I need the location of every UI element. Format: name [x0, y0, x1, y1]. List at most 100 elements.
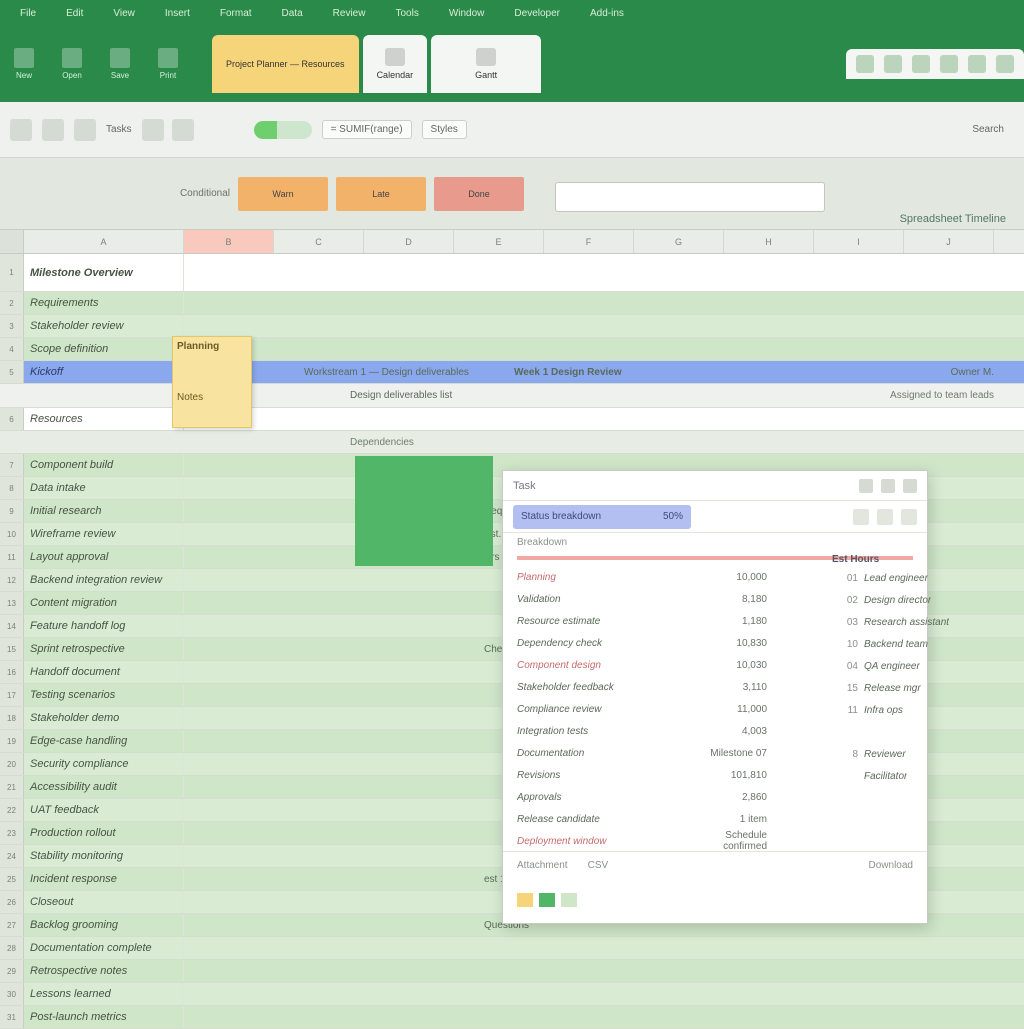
- swatch[interactable]: [517, 893, 533, 907]
- qa-save[interactable]: Save: [96, 48, 144, 80]
- row-header[interactable]: 13: [0, 592, 24, 614]
- row-header[interactable]: 20: [0, 753, 24, 775]
- row-header[interactable]: 23: [0, 822, 24, 844]
- row-header[interactable]: 31: [0, 1006, 24, 1028]
- cell[interactable]: Component build: [24, 454, 184, 476]
- sticky-note[interactable]: Planning Notes: [172, 336, 252, 428]
- popup-row[interactable]: Approvals2,860: [517, 786, 913, 808]
- row-header[interactable]: 10: [0, 523, 24, 545]
- user-icon[interactable]: [996, 55, 1014, 73]
- minimize-icon[interactable]: [881, 479, 895, 493]
- popup-row[interactable]: Release candidate1 item: [517, 808, 913, 830]
- qa-new[interactable]: New: [0, 48, 48, 80]
- copy-icon[interactable]: [74, 119, 96, 141]
- col-A[interactable]: A: [24, 230, 184, 253]
- styles-chip[interactable]: Styles: [422, 120, 467, 139]
- col-G[interactable]: G: [634, 230, 724, 253]
- popup-row[interactable]: Deployment windowSchedule confirmed: [517, 830, 913, 852]
- row-header[interactable]: 17: [0, 684, 24, 706]
- row-header[interactable]: 29: [0, 960, 24, 982]
- filter-icon[interactable]: [877, 509, 893, 525]
- worksheet[interactable]: 1 Milestone Overview 2Requirements 3Stak…: [0, 254, 1024, 1029]
- row-header[interactable]: 19: [0, 730, 24, 752]
- cell[interactable]: Sprint retrospective: [24, 638, 184, 660]
- cell[interactable]: Stability monitoring: [24, 845, 184, 867]
- col-C[interactable]: C: [274, 230, 364, 253]
- row-header[interactable]: 14: [0, 615, 24, 637]
- style-warn[interactable]: Warn: [238, 177, 328, 211]
- cell-A1[interactable]: Milestone Overview: [24, 254, 184, 291]
- row-header[interactable]: 18: [0, 707, 24, 729]
- swatch[interactable]: [539, 893, 555, 907]
- cell[interactable]: Post-launch metrics: [24, 1006, 184, 1028]
- row-header[interactable]: 5: [0, 361, 24, 383]
- cell[interactable]: Incident response: [24, 868, 184, 890]
- row-header[interactable]: 15: [0, 638, 24, 660]
- row-header[interactable]: 8: [0, 477, 24, 499]
- row-header[interactable]: 9: [0, 500, 24, 522]
- cell[interactable]: Data intake: [24, 477, 184, 499]
- row-header[interactable]: 30: [0, 983, 24, 1005]
- more-icon[interactable]: [901, 509, 917, 525]
- row-header[interactable]: 2: [0, 292, 24, 314]
- cell[interactable]: Testing scenarios: [24, 684, 184, 706]
- history-icon[interactable]: [912, 55, 930, 73]
- tab-calendar[interactable]: Calendar: [363, 35, 428, 93]
- cell[interactable]: Kickoff: [24, 361, 184, 383]
- qa-print[interactable]: Print: [144, 48, 192, 80]
- menu-addins[interactable]: Add-ins: [590, 8, 624, 19]
- menu-edit[interactable]: Edit: [66, 8, 83, 19]
- menu-data[interactable]: Data: [282, 8, 303, 19]
- popup-foot-attach[interactable]: Attachment: [517, 860, 568, 871]
- cell[interactable]: Accessibility audit: [24, 776, 184, 798]
- pin-icon[interactable]: [859, 479, 873, 493]
- row-header[interactable]: 28: [0, 937, 24, 959]
- col-B[interactable]: B: [184, 230, 274, 253]
- menu-review[interactable]: Review: [333, 8, 366, 19]
- col-E[interactable]: E: [454, 230, 544, 253]
- row-header[interactable]: 27: [0, 914, 24, 936]
- row-header[interactable]: 22: [0, 799, 24, 821]
- menu-tools[interactable]: Tools: [395, 8, 418, 19]
- popup-foot-csv[interactable]: CSV: [588, 860, 609, 871]
- row-header[interactable]: 11: [0, 546, 24, 568]
- row-header[interactable]: 4: [0, 338, 24, 360]
- cell[interactable]: Scope definition: [24, 338, 184, 360]
- cell[interactable]: Edge-case handling: [24, 730, 184, 752]
- select-all-corner[interactable]: [0, 230, 24, 253]
- cell[interactable]: Requirements: [24, 292, 184, 314]
- row-header[interactable]: 25: [0, 868, 24, 890]
- style-late[interactable]: Late: [336, 177, 426, 211]
- tab-project[interactable]: Project Planner — Resources: [212, 35, 359, 93]
- comment-icon[interactable]: [940, 55, 958, 73]
- cell[interactable]: Initial research: [24, 500, 184, 522]
- paste-icon[interactable]: [10, 119, 32, 141]
- cell[interactable]: Security compliance: [24, 753, 184, 775]
- cell[interactable]: Handoff document: [24, 661, 184, 683]
- close-icon[interactable]: [903, 479, 917, 493]
- popup-segment[interactable]: Status breakdown50%: [513, 505, 691, 529]
- toggle-autocalc[interactable]: [254, 121, 312, 139]
- row-header[interactable]: 3: [0, 315, 24, 337]
- sort-icon[interactable]: [853, 509, 869, 525]
- popup-foot-dl[interactable]: Download: [869, 860, 913, 871]
- row-header[interactable]: 7: [0, 454, 24, 476]
- cell[interactable]: Layout approval: [24, 546, 184, 568]
- qa-open[interactable]: Open: [48, 48, 96, 80]
- cell[interactable]: Backend integration review: [24, 569, 184, 591]
- row-header[interactable]: 24: [0, 845, 24, 867]
- sync-icon[interactable]: [884, 55, 902, 73]
- undo-icon[interactable]: [142, 119, 164, 141]
- col-I[interactable]: I: [814, 230, 904, 253]
- col-H[interactable]: H: [724, 230, 814, 253]
- row-header[interactable]: 26: [0, 891, 24, 913]
- menu-file[interactable]: File: [20, 8, 36, 19]
- tab-gantt[interactable]: Gantt: [431, 35, 541, 93]
- cell[interactable]: Backlog grooming: [24, 914, 184, 936]
- settings-icon[interactable]: [968, 55, 986, 73]
- swatch[interactable]: [561, 893, 577, 907]
- cell[interactable]: Documentation complete: [24, 937, 184, 959]
- cell[interactable]: Stakeholder demo: [24, 707, 184, 729]
- menu-window[interactable]: Window: [449, 8, 485, 19]
- menu-dev[interactable]: Developer: [514, 8, 560, 19]
